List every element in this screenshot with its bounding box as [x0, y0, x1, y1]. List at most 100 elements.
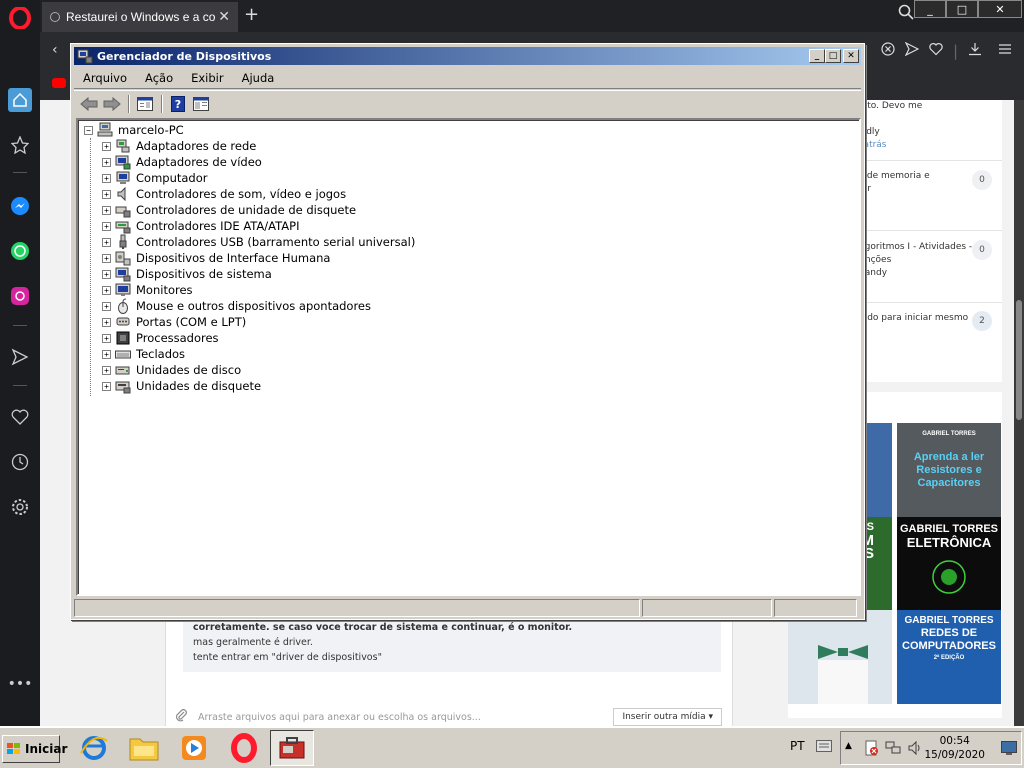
internet-explorer-icon[interactable] — [72, 730, 116, 766]
tree-expand-toggle[interactable]: + — [102, 365, 111, 375]
device-category-row[interactable]: + Portas (COM e LPT) — [102, 314, 246, 330]
processor-icon — [115, 330, 131, 346]
block-ads-icon[interactable] — [881, 42, 895, 60]
easy-setup-icon[interactable] — [998, 42, 1012, 60]
volume-icon[interactable] — [907, 740, 923, 759]
clock[interactable]: 00:54 15/09/2020 — [924, 734, 985, 762]
tree-expand-toggle[interactable]: + — [102, 205, 111, 215]
back-icon[interactable] — [78, 94, 100, 114]
language-indicator[interactable]: PT — [790, 739, 805, 753]
instagram-icon[interactable] — [8, 284, 32, 308]
file-explorer-icon[interactable] — [122, 730, 166, 766]
tree-expand-toggle[interactable]: + — [102, 221, 111, 231]
close-window-button[interactable]: ✕ — [978, 0, 1022, 18]
device-category-row[interactable]: + Adaptadores de rede — [102, 138, 256, 154]
tree-expand-toggle[interactable]: + — [102, 301, 111, 311]
home-icon[interactable] — [8, 88, 32, 112]
device-category-row[interactable]: + Monitores — [102, 282, 193, 298]
tree-expand-toggle[interactable]: + — [102, 333, 111, 343]
maximize-button[interactable]: □ — [946, 0, 978, 18]
tree-expand-toggle[interactable]: + — [102, 157, 111, 167]
book-cover-eletronica[interactable]: GABRIEL TORRES ELETRÔNICA — [897, 517, 1001, 610]
tree-collapse-toggle[interactable]: − — [84, 125, 93, 135]
back-nav-icon[interactable]: ‹ — [52, 42, 58, 58]
menu-arquivo[interactable]: Arquivo — [74, 71, 136, 85]
forward-icon[interactable] — [101, 94, 123, 114]
device-category-row[interactable]: + Controladores IDE ATA/ATAPI — [102, 218, 299, 234]
tree-expand-toggle[interactable]: + — [102, 349, 111, 359]
speed-dial-icon[interactable] — [8, 133, 32, 157]
insert-media-button[interactable]: Inserir outra mídia ▾ — [613, 708, 722, 726]
device-category-row[interactable]: + Controladores USB (barramento serial un… — [102, 234, 415, 250]
tree-expand-toggle[interactable]: + — [102, 141, 111, 151]
opera-taskbar-icon[interactable] — [222, 730, 266, 766]
download-icon[interactable] — [968, 42, 982, 60]
messenger-icon[interactable] — [8, 194, 32, 218]
network-adapter-icon — [115, 138, 131, 154]
network-icon[interactable] — [885, 740, 901, 759]
browser-tab[interactable]: Restaurei o Windows e a cor ✕ — [42, 2, 238, 32]
device-category-row[interactable]: + Unidades de disco — [102, 362, 241, 378]
heart-icon[interactable] — [8, 405, 32, 429]
device-category-row[interactable]: + Processadores — [102, 330, 219, 346]
device-manager-titlebar[interactable]: Gerenciador de Dispositivos _ □ ✕ — [74, 47, 861, 65]
tree-expand-toggle[interactable]: + — [102, 173, 111, 183]
menu-acao[interactable]: Ação — [136, 71, 182, 85]
device-category-row[interactable]: + Dispositivos de sistema — [102, 266, 272, 282]
tab-close-icon[interactable]: ✕ — [218, 8, 230, 25]
tab-search-icon[interactable] — [898, 4, 914, 24]
minimize-button[interactable]: _ — [914, 0, 946, 18]
device-category-row[interactable]: + Teclados — [102, 346, 185, 362]
device-category-row[interactable]: + Dispositivos de Interface Humana — [102, 250, 330, 266]
device-category-row[interactable]: + Controladores de unidade de disquete — [102, 202, 356, 218]
related-topic-1[interactable]: ento. Devo me ? osdly s atrás — [856, 100, 1002, 152]
tree-expand-toggle[interactable]: + — [102, 189, 111, 199]
device-category-row[interactable]: + Computador — [102, 170, 207, 186]
book-cover-resistores[interactable]: GABRIEL TORRES Aprenda a ler Resistores … — [897, 423, 1001, 517]
book-cover-redes[interactable]: GABRIEL TORRES REDES DE COMPUTADORES 2ª … — [897, 610, 1001, 704]
settings-icon[interactable] — [8, 495, 32, 519]
device-category-row[interactable]: + Controladores de som, vídeo e jogos — [102, 186, 346, 202]
attach-files-bar[interactable]: Arraste arquivos aqui para anexar ou esc… — [174, 708, 722, 726]
show-desktop-icon[interactable] — [1001, 741, 1017, 758]
history-icon[interactable] — [8, 450, 32, 474]
new-tab-button[interactable]: + — [244, 4, 259, 25]
system-tray: ▲ 00:54 15/09/2020 — [840, 731, 1022, 765]
whatsapp-icon[interactable] — [8, 239, 32, 263]
keyboard-icon[interactable] — [816, 740, 832, 755]
bookmark-heart-icon[interactable] — [929, 42, 943, 60]
device-category-row[interactable]: + Adaptadores de vídeo — [102, 154, 262, 170]
menu-exibir[interactable]: Exibir — [182, 71, 233, 85]
menu-ajuda[interactable]: Ajuda — [233, 71, 284, 85]
tree-root-computer[interactable]: − marcelo-PC — [84, 122, 184, 138]
show-hidden-icons-icon[interactable]: ▲ — [845, 741, 852, 751]
action-center-icon[interactable] — [863, 740, 879, 759]
opera-logo-icon[interactable] — [8, 6, 32, 30]
properties-icon[interactable] — [134, 94, 156, 114]
view-icon[interactable] — [190, 94, 212, 114]
send-icon[interactable] — [904, 41, 920, 60]
tree-expand-toggle[interactable]: + — [102, 253, 111, 263]
start-button[interactable]: Iniciar — [2, 735, 67, 763]
dm-close-button[interactable]: ✕ — [843, 49, 859, 63]
device-category-row[interactable]: + Mouse e outros dispositivos apontadores — [102, 298, 371, 314]
scrollbar-thumb[interactable] — [1016, 300, 1022, 420]
floppy-controller-icon — [115, 202, 131, 218]
more-icon[interactable]: ••• — [8, 672, 33, 696]
device-manager-taskbar-icon[interactable] — [270, 730, 314, 766]
tree-expand-toggle[interactable]: + — [102, 269, 111, 279]
book-cover-left-3[interactable] — [788, 610, 892, 704]
dm-maximize-button[interactable]: □ — [825, 49, 841, 63]
media-player-icon[interactable] — [172, 730, 216, 766]
dm-minimize-button[interactable]: _ — [809, 49, 825, 63]
tree-expand-toggle[interactable]: + — [102, 285, 111, 295]
tree-expand-toggle[interactable]: + — [102, 237, 111, 247]
tree-expand-toggle[interactable]: + — [102, 381, 111, 391]
device-category-row[interactable]: + Unidades de disquete — [102, 378, 261, 394]
flow-icon[interactable] — [8, 345, 32, 369]
youtube-icon[interactable] — [52, 78, 66, 88]
tree-expand-toggle[interactable]: + — [102, 317, 111, 327]
page-scrollbar[interactable] — [1014, 100, 1024, 726]
help-icon[interactable]: ? — [167, 94, 189, 114]
disk-drive-icon — [115, 362, 131, 378]
